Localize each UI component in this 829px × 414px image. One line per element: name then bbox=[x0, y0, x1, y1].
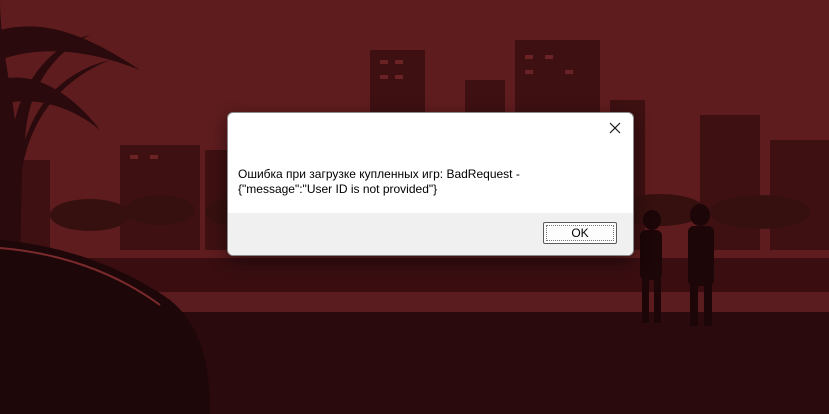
ok-button[interactable]: OK bbox=[543, 222, 617, 244]
close-button[interactable] bbox=[597, 113, 633, 143]
close-icon bbox=[609, 122, 621, 134]
error-dialog: Ошибка при загрузке купленных игр: BadRe… bbox=[227, 112, 634, 256]
dialog-footer: OK bbox=[228, 213, 633, 255]
error-message: Ошибка при загрузке купленных игр: BadRe… bbox=[238, 167, 520, 196]
dialog-titlebar bbox=[228, 113, 633, 143]
